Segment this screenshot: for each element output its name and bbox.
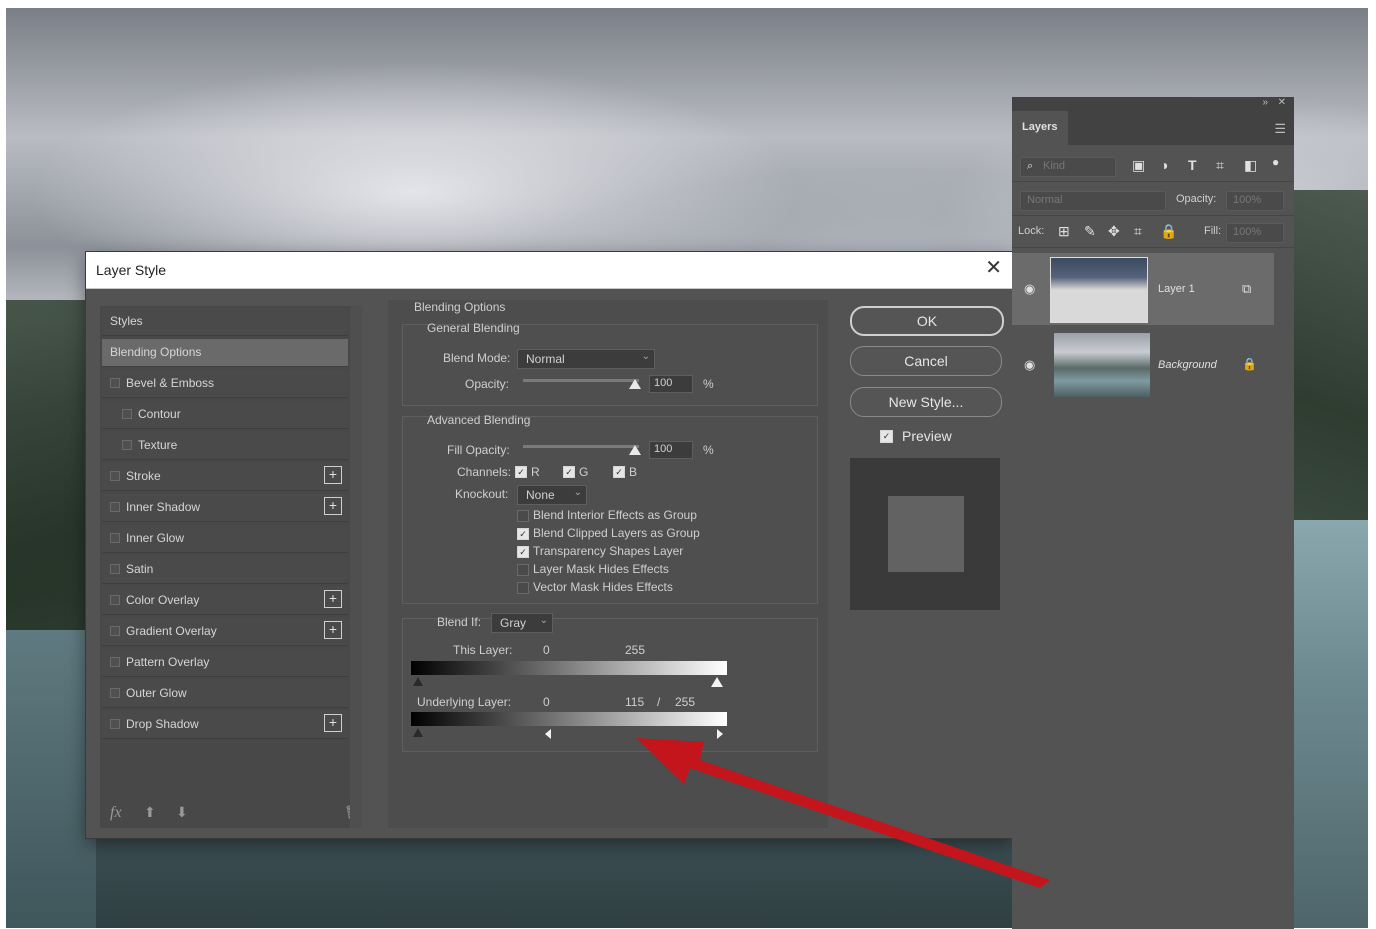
arrow-shape [636, 738, 1050, 888]
annotation-arrow [636, 738, 1050, 888]
